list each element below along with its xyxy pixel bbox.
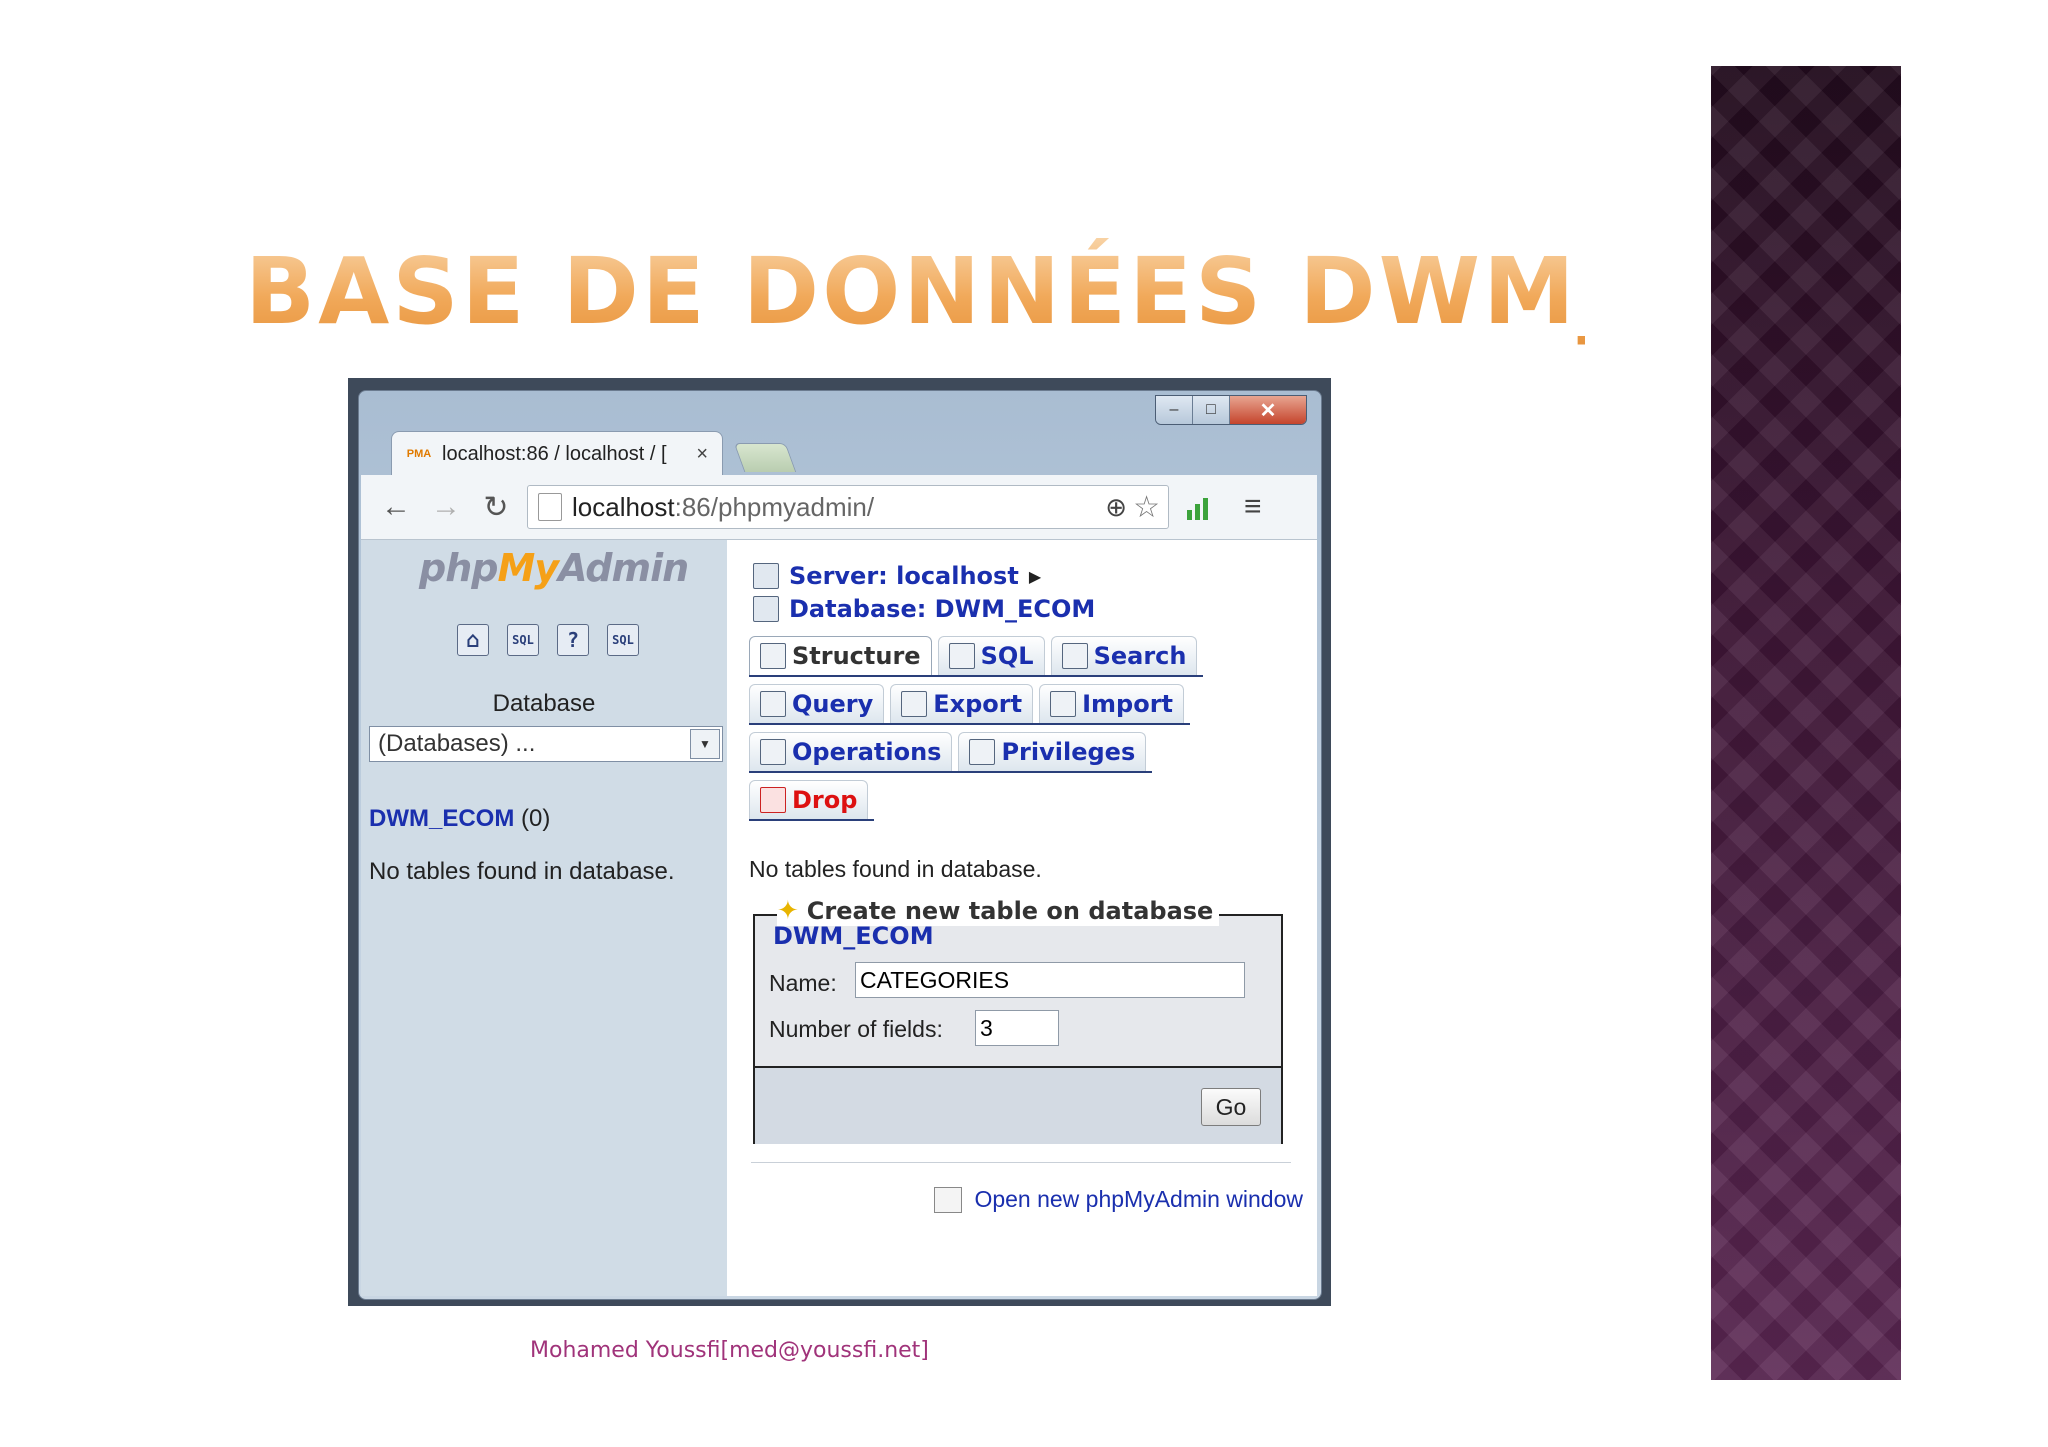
reload-icon[interactable]: ↻ xyxy=(471,490,521,525)
url-host: localhost xyxy=(572,491,675,522)
tab-sql[interactable]: SQL xyxy=(937,636,1045,675)
new-window-icon xyxy=(934,1186,963,1213)
database-select[interactable]: (Databases) ... ▼ xyxy=(369,726,723,762)
go-button[interactable]: Go xyxy=(1201,1088,1261,1126)
create-table-footer: Go xyxy=(755,1066,1281,1144)
phpmyadmin-logo[interactable]: phpMyAdmin xyxy=(419,546,689,590)
sidebar-empty-message: No tables found in database. xyxy=(369,858,675,885)
database-entry: DWM_ECOM (0) xyxy=(369,805,550,833)
server-icon xyxy=(753,563,779,589)
page-content: phpMyAdmin ⌂ SQL ? SQL Database (Databas… xyxy=(361,540,1317,1296)
query-icon xyxy=(760,691,786,717)
create-table-database: DWM_ECOM xyxy=(773,922,934,950)
database-icon xyxy=(753,596,779,622)
browser-tab-active[interactable]: PMA localhost:86 / localhost / [ × xyxy=(391,431,723,476)
breadcrumb-database[interactable]: Database: DWM_ECOM xyxy=(753,595,1095,623)
new-table-icon: ✦ xyxy=(777,896,799,926)
window-controls: – □ ✕ xyxy=(1155,395,1307,425)
slide-title: BASE DE DONNÉES DWM_ECOM xyxy=(245,238,1939,345)
help-icon[interactable]: ? xyxy=(557,624,589,656)
main-empty-message: No tables found in database. xyxy=(749,856,1042,882)
home-icon[interactable]: ⌂ xyxy=(457,624,489,656)
sql-icon xyxy=(948,643,975,669)
pma-navigation-frame: phpMyAdmin ⌂ SQL ? SQL Database (Databas… xyxy=(361,540,727,1296)
database-table-count: (0) xyxy=(521,805,551,832)
table-name-input[interactable] xyxy=(855,962,1245,998)
tab-row-3: Operations Privileges xyxy=(749,732,1153,773)
tab-search[interactable]: Search xyxy=(1050,636,1198,675)
back-arrow-icon[interactable]: ← xyxy=(371,490,421,524)
minimize-button[interactable]: – xyxy=(1156,396,1193,424)
menu-icon[interactable]: ≡ xyxy=(1244,490,1262,524)
database-select-value: (Databases) ... xyxy=(378,730,536,757)
signal-bars-icon[interactable] xyxy=(1187,494,1208,520)
tab-query[interactable]: Query xyxy=(749,684,885,723)
structure-icon xyxy=(760,643,786,669)
tab-row-4: Drop xyxy=(749,780,875,821)
tab-operations[interactable]: Operations xyxy=(749,732,953,771)
new-tab-button[interactable] xyxy=(733,443,797,472)
import-icon xyxy=(1050,691,1077,717)
operations-icon xyxy=(760,739,786,765)
name-label: Name: xyxy=(769,970,837,996)
drop-icon xyxy=(760,787,786,813)
tab-close-icon[interactable]: × xyxy=(696,443,708,466)
tab-drop[interactable]: Drop xyxy=(749,780,869,819)
address-bar[interactable]: localhost:86/phpmyadmin/ ⊕ ☆ xyxy=(527,485,1169,529)
browser-toolbar: ← → ↻ localhost:86/phpmyadmin/ ⊕ ☆ ≡ xyxy=(361,475,1317,540)
pma-main-frame: Server: localhost ▶ Database: DWM_ECOM S… xyxy=(727,540,1317,1296)
maximize-button[interactable]: □ xyxy=(1193,396,1230,424)
open-new-window-link[interactable]: Open new phpMyAdmin window xyxy=(934,1186,1303,1213)
screenshot-frame: – □ ✕ PMA localhost:86 / localhost / [ ×… xyxy=(348,378,1331,1306)
caret-right-icon: ▶ xyxy=(1028,566,1042,586)
tab-import[interactable]: Import xyxy=(1039,684,1185,723)
forward-arrow-icon[interactable]: → xyxy=(421,490,471,524)
zoom-icon[interactable]: ⊕ xyxy=(1105,492,1127,523)
close-window-button[interactable]: ✕ xyxy=(1230,396,1306,424)
chevron-down-icon[interactable]: ▼ xyxy=(690,729,720,759)
decorative-side-band xyxy=(1711,66,1901,1380)
tab-title: localhost:86 / localhost / [ xyxy=(442,442,667,465)
export-icon xyxy=(901,691,928,717)
tab-row-2: Query Export Import xyxy=(749,684,1191,725)
number-of-fields-input[interactable] xyxy=(975,1010,1059,1046)
create-table-fieldset: DWM_ECOM Name: Number of fields: Go xyxy=(753,914,1283,1144)
database-link[interactable]: DWM_ECOM xyxy=(369,805,514,832)
bookmark-star-icon[interactable]: ☆ xyxy=(1133,490,1160,525)
privileges-icon xyxy=(969,739,996,765)
footer-credit: Mohamed Youssfi[med@youssfi.net] xyxy=(530,1338,929,1363)
query-window-icon[interactable]: SQL xyxy=(607,624,639,656)
page-icon xyxy=(538,493,562,521)
url-path: :86/phpmyadmin/ xyxy=(674,491,875,522)
tab-row-1: Structure SQL Search xyxy=(749,636,1204,677)
browser-window: – □ ✕ PMA localhost:86 / localhost / [ ×… xyxy=(358,390,1322,1300)
search-icon xyxy=(1061,643,1088,669)
tab-privileges[interactable]: Privileges xyxy=(958,732,1147,771)
navigation-icons: ⌂ SQL ? SQL xyxy=(457,624,639,656)
pma-favicon-icon: PMA xyxy=(406,447,432,460)
database-label: Database xyxy=(492,690,596,717)
sql-icon[interactable]: SQL xyxy=(507,624,539,656)
tab-structure[interactable]: Structure xyxy=(749,636,932,675)
tab-export[interactable]: Export xyxy=(890,684,1034,723)
divider xyxy=(751,1162,1291,1163)
breadcrumb-server[interactable]: Server: localhost ▶ xyxy=(753,562,1041,590)
fields-label: Number of fields: xyxy=(769,1016,943,1042)
create-table-legend: ✦ Create new table on database xyxy=(777,896,1220,926)
